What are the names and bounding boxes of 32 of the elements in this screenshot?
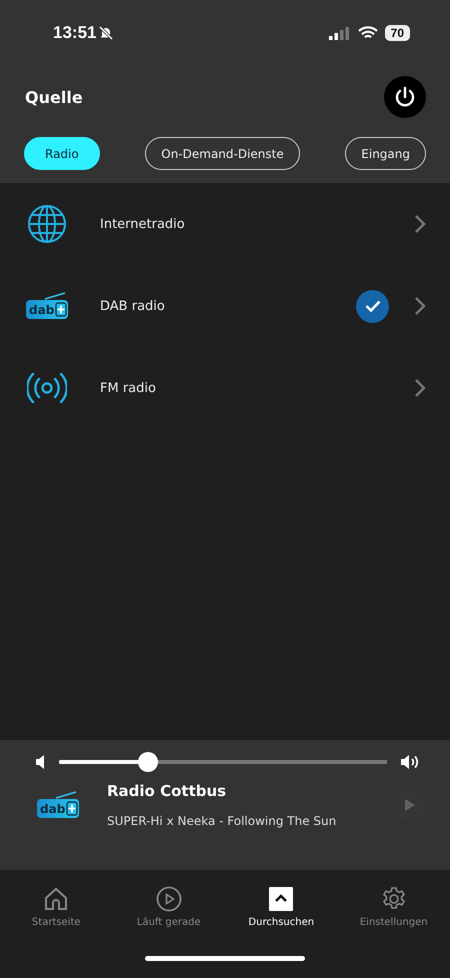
- power-icon: [394, 86, 416, 108]
- page-title: Quelle: [25, 88, 83, 106]
- browse-icon: [268, 886, 294, 912]
- volume-high-icon: [401, 754, 420, 770]
- nav-tab[interactable]: Einstellungen: [338, 886, 450, 956]
- source-tab[interactable]: Radio: [24, 137, 100, 170]
- nav-tab[interactable]: Durchsuchen: [225, 886, 338, 956]
- track-title: SUPER-Hi x Neeka - Following The Sun: [107, 814, 338, 828]
- home-icon: [43, 886, 70, 912]
- settings-icon: [380, 886, 407, 912]
- battery-level: 70: [384, 25, 410, 41]
- status-time: 13:51: [53, 23, 96, 43]
- source-label[interactable]: DAB radio: [100, 298, 356, 314]
- play-icon: [404, 798, 416, 812]
- chevron-right-icon[interactable]: [414, 214, 426, 234]
- station-name: Radio Cottbus: [107, 782, 228, 800]
- wifi-icon: [358, 26, 378, 40]
- nav-tab[interactable]: Startseite: [0, 886, 112, 956]
- bell-muted-icon: [98, 25, 114, 41]
- source-label[interactable]: FM radio: [100, 380, 414, 396]
- chevron-right-icon[interactable]: [414, 378, 426, 398]
- volume-low-icon: [36, 755, 45, 769]
- power-button[interactable]: [384, 76, 426, 118]
- broadcast-icon: [27, 371, 67, 405]
- play-circle-icon: [156, 886, 182, 912]
- globe-icon: [27, 204, 67, 244]
- source-tab[interactable]: On-Demand-Dienste: [145, 137, 300, 170]
- source-label[interactable]: Internetradio: [100, 216, 414, 232]
- nav-tab[interactable]: Läuft gerade: [112, 886, 225, 956]
- signal-icon: [328, 26, 351, 40]
- chevron-right-icon[interactable]: [414, 296, 426, 316]
- source-tab[interactable]: Eingang: [345, 137, 426, 170]
